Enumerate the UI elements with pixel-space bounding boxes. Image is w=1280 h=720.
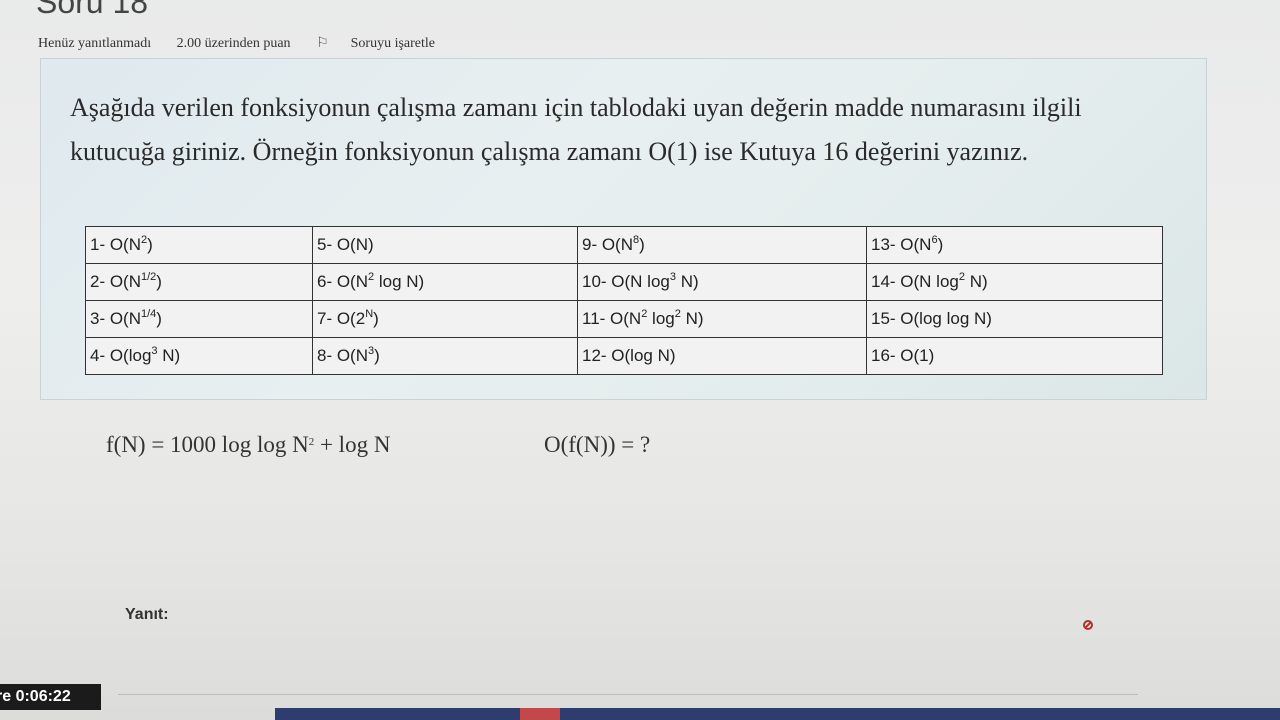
option-cell-13: 13- O(N6) bbox=[866, 226, 1163, 264]
table-row: 3- O(N1/4) 7- O(2N) 11- O(N2 log2 N) 15-… bbox=[85, 300, 1163, 338]
option-cell-14: 14- O(N log2 N) bbox=[866, 263, 1163, 301]
complexity-question: O(f(N)) = ? bbox=[544, 432, 651, 457]
option-cell-7: 7- O(2N) bbox=[312, 300, 578, 338]
option-cell-12: 12- O(log N) bbox=[577, 337, 867, 375]
points-info: 2.00 üzerinden puan bbox=[176, 36, 291, 51]
table-row: 1- O(N2) 5- O(N) 9- O(N8) 13- O(N6) bbox=[85, 226, 1163, 264]
complexity-options-table: 1- O(N2) 5- O(N) 9- O(N8) 13- O(N6) 2- O… bbox=[85, 226, 1163, 375]
answer-status: Henüz yanıtlanmadı bbox=[38, 36, 152, 51]
option-cell-3: 3- O(N1/4) bbox=[85, 300, 313, 338]
quiz-timer: re 0:06:22 bbox=[0, 684, 101, 710]
question-prompt: Aşağıda verilen fonksiyonun çalışma zama… bbox=[70, 93, 1082, 166]
option-cell-2: 2- O(N1/2) bbox=[85, 263, 313, 301]
table-row: 4- O(log3 N) 8- O(N3) 12- O(log N) 16- O… bbox=[85, 337, 1163, 375]
option-cell-1: 1- O(N2) bbox=[85, 226, 313, 264]
answer-input[interactable] bbox=[210, 598, 1084, 634]
option-cell-9: 9- O(N8) bbox=[577, 226, 867, 264]
function-formula: f(N) = 1000 log log N2 + log N bbox=[106, 432, 391, 457]
option-cell-6: 6- O(N2 log N) bbox=[312, 263, 578, 301]
option-cell-15: 15- O(log log N) bbox=[866, 300, 1163, 338]
flag-icon: ⚐ bbox=[316, 36, 329, 51]
option-cell-8: 8- O(N3) bbox=[312, 337, 578, 375]
os-taskbar bbox=[275, 708, 1280, 720]
option-cell-16: 16- O(1) bbox=[866, 337, 1163, 375]
flag-question-label: Soruyu işaretle bbox=[350, 36, 435, 51]
answer-label: Yanıt: bbox=[125, 606, 169, 623]
question-info-bar: Henüz yanıtlanmadı 2.00 üzerinden puan ⚐… bbox=[38, 35, 479, 52]
option-cell-10: 10- O(N log3 N) bbox=[577, 263, 867, 301]
error-icon bbox=[1083, 620, 1093, 630]
option-cell-11: 11- O(N2 log2 N) bbox=[577, 300, 867, 338]
flag-question-link[interactable]: ⚐ Soruyu işaretle bbox=[316, 36, 457, 51]
option-cell-4: 4- O(log3 N) bbox=[85, 337, 313, 375]
option-cell-5: 5- O(N) bbox=[312, 226, 578, 264]
table-row: 2- O(N1/2) 6- O(N2 log N) 10- O(N log3 N… bbox=[85, 263, 1163, 301]
question-title: Soru 18 bbox=[36, 0, 149, 20]
divider bbox=[118, 694, 1138, 695]
taskbar-app-button[interactable] bbox=[520, 708, 560, 720]
